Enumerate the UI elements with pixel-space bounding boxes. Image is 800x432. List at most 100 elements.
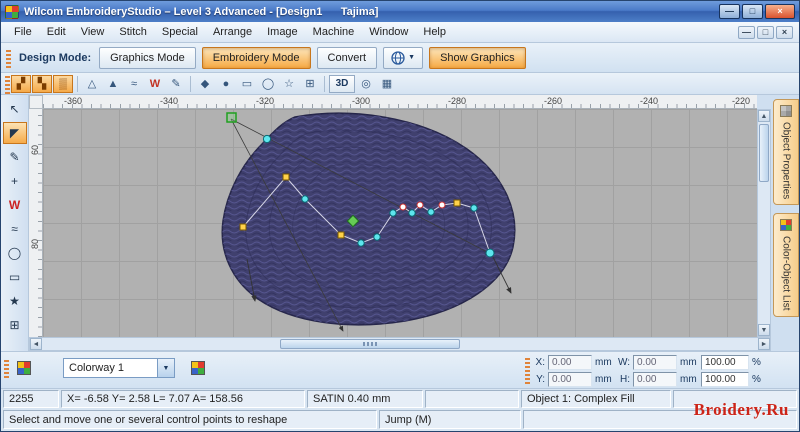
mdi-restore-button[interactable]: □ <box>757 25 774 39</box>
star-shape-tool[interactable]: ★ <box>3 290 27 312</box>
horizontal-scrollbar[interactable]: ◄ ► <box>29 337 771 351</box>
globe-dropdown-arrow[interactable]: ▼ <box>408 54 415 61</box>
minimize-button[interactable]: — <box>719 4 740 19</box>
menu-image[interactable]: Image <box>260 24 305 40</box>
palette-button[interactable] <box>13 357 35 379</box>
toolbar-separator <box>190 75 191 92</box>
vertical-scrollbar[interactable]: ▲ ▼ <box>757 109 771 337</box>
select-tool[interactable]: ↖ <box>3 98 27 120</box>
embroidery-object[interactable] <box>221 112 516 326</box>
colorway-dropdown-arrow[interactable]: ▼ <box>157 359 174 377</box>
corner-control-point <box>453 199 461 207</box>
close-button[interactable]: × <box>765 4 795 19</box>
colorway-select[interactable]: Colorway 1 ▼ <box>63 358 175 378</box>
menu-window[interactable]: Window <box>362 24 415 40</box>
triangle-solid-icon[interactable]: ▲ <box>103 75 123 93</box>
scale-width-unit: % <box>752 357 761 368</box>
stitch-edit-tool[interactable]: + <box>3 170 27 192</box>
star-tool-icon[interactable]: ☆ <box>279 75 299 93</box>
colorway-toolbar-grip[interactable] <box>4 358 9 378</box>
object-info: Object 1: Complex Fill <box>521 390 671 408</box>
tab-object-properties[interactable]: Object Properties <box>773 99 799 206</box>
reshape-tool[interactable]: ◤ <box>2 122 27 144</box>
menu-special[interactable]: Special <box>155 24 205 40</box>
app-window: Wilcom EmbroideryStudio – Level 3 Advanc… <box>0 0 800 432</box>
scale-height-input[interactable] <box>701 372 749 387</box>
menu-arrange[interactable]: Arrange <box>206 24 259 40</box>
lettering-tool[interactable]: W <box>3 194 27 216</box>
w-input[interactable] <box>633 355 677 370</box>
pattern-stitch-icon[interactable]: ▞ <box>11 74 31 93</box>
embroidery-mode-button[interactable]: Embroidery Mode <box>201 46 311 69</box>
menu-view[interactable]: View <box>74 24 112 40</box>
ellipse-tool[interactable]: ◯ <box>3 242 27 264</box>
mdi-close-button[interactable]: × <box>776 25 793 39</box>
stitch-dot-icon[interactable]: ● <box>216 75 236 93</box>
curve-control-point <box>389 209 397 217</box>
fill-pattern-icon[interactable]: ▒ <box>53 74 73 93</box>
scroll-left-arrow[interactable]: ◄ <box>30 338 42 350</box>
palette-icon <box>17 361 31 375</box>
menu-help[interactable]: Help <box>416 24 453 40</box>
run-stitch-tool[interactable]: ≈ <box>3 218 27 240</box>
vertical-scroll-thumb[interactable] <box>759 124 769 182</box>
diamond-node-icon[interactable]: ◆ <box>195 75 215 93</box>
curve-control-point <box>485 248 495 258</box>
vertical-ruler: 60 80 <box>29 109 43 337</box>
graphics-mode-button[interactable]: Graphics Mode <box>99 46 196 69</box>
edit-colorways-button[interactable] <box>187 357 209 379</box>
fields-toolbar-grip[interactable] <box>525 358 530 384</box>
lettering-icon[interactable]: W <box>145 75 165 93</box>
status-bar: 2255 X= -6.58 Y= 2.58 L= 7.07 A= 158.56 … <box>1 389 799 409</box>
stitch-count: 2255 <box>3 390 59 408</box>
grid-view-icon[interactable]: ⊞ <box>300 75 320 93</box>
maximize-button[interactable]: □ <box>742 4 763 19</box>
wave-stitch-icon[interactable]: ≈ <box>124 75 144 93</box>
mirror-merge-tool[interactable]: ⊞ <box>3 314 27 336</box>
rectangle-tool-icon[interactable]: ▭ <box>237 75 257 93</box>
scroll-up-arrow[interactable]: ▲ <box>758 110 770 122</box>
scale-width-input[interactable] <box>701 355 749 370</box>
rectangle-tool[interactable]: ▭ <box>3 266 27 288</box>
ellipse-tool-icon[interactable]: ◯ <box>258 75 278 93</box>
texture-stitch-icon[interactable]: ▚ <box>32 74 52 93</box>
horizontal-scroll-thumb[interactable] <box>280 339 460 349</box>
coordinate-fields: X: mm W: mm % Y: mm H: mm % <box>531 355 795 387</box>
toolbar-grip[interactable] <box>6 47 11 68</box>
icon-toolbar-grip[interactable] <box>5 73 10 94</box>
design-canvas[interactable] <box>43 109 757 337</box>
ruler-tick: 60 <box>30 145 40 156</box>
convert-button[interactable]: Convert <box>316 46 378 69</box>
scroll-right-arrow[interactable]: ► <box>758 338 770 350</box>
x-input[interactable] <box>548 355 592 370</box>
scroll-down-arrow[interactable]: ▼ <box>758 324 770 336</box>
menu-stitch[interactable]: Stitch <box>112 24 154 40</box>
mesh-view-icon[interactable]: ▦ <box>377 75 397 93</box>
ruler-tick: -240 <box>639 96 659 106</box>
ruler-tick: -320 <box>255 96 275 106</box>
tab-color-object-list[interactable]: Color-Object List <box>773 213 799 317</box>
triangle-outline-icon[interactable]: △ <box>82 75 102 93</box>
w-unit: mm <box>680 357 697 368</box>
thumb-grip-dots <box>363 342 377 346</box>
hoop-globe-button[interactable]: ▼ <box>383 46 424 69</box>
menu-edit[interactable]: Edit <box>40 24 73 40</box>
show-graphics-button[interactable]: Show Graphics <box>429 46 526 69</box>
digitize-tool[interactable]: ✎ <box>3 146 27 168</box>
y-label: Y: <box>536 374 545 385</box>
hint-text: Select and move one or several control p… <box>3 410 377 429</box>
three-d-view-button[interactable]: 3D <box>329 74 355 93</box>
menu-file[interactable]: File <box>7 24 39 40</box>
x-label: X: <box>535 357 545 368</box>
curve-control-point <box>262 134 272 144</box>
pen-tool-icon[interactable]: ✎ <box>166 75 186 93</box>
y-unit: mm <box>595 374 612 385</box>
app-icon <box>5 4 19 19</box>
zoom-target-icon[interactable]: ◎ <box>356 75 376 93</box>
h-input[interactable] <box>633 372 677 387</box>
menu-machine[interactable]: Machine <box>306 24 362 40</box>
curve-control-point <box>427 208 435 216</box>
hint-bar: Select and move one or several control p… <box>1 409 799 431</box>
mdi-minimize-button[interactable]: — <box>738 25 755 39</box>
y-input[interactable] <box>548 372 592 387</box>
